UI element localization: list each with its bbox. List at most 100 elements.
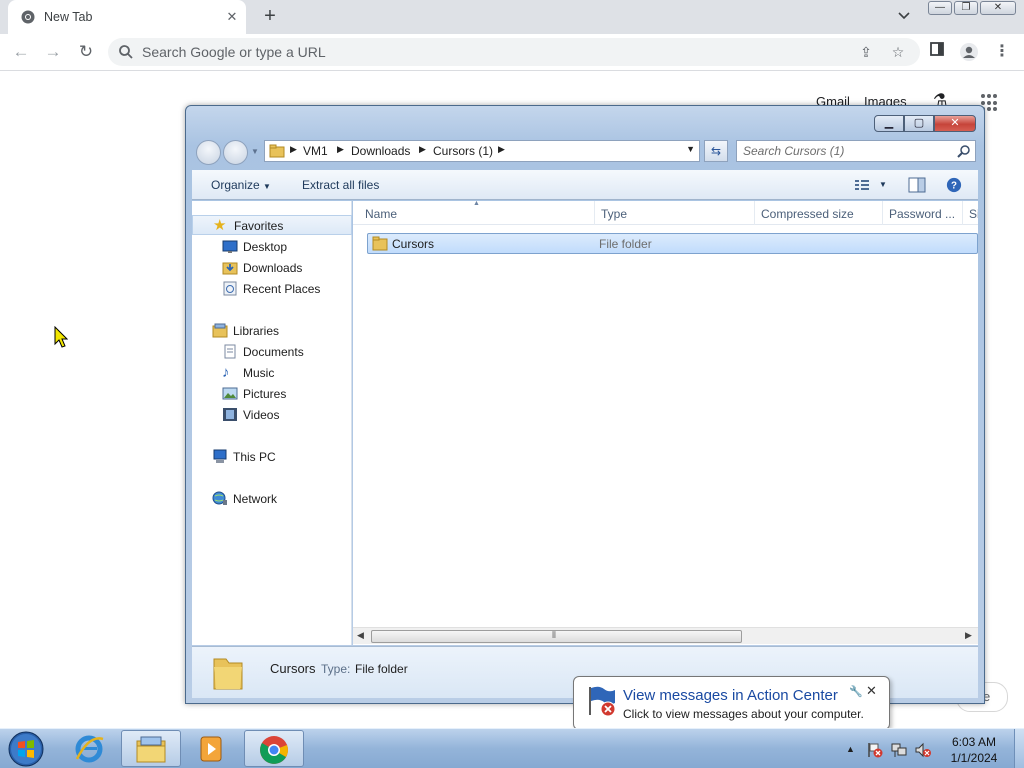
scrollbar-thumb[interactable]: ⦀	[371, 630, 742, 643]
taskbar-media-player[interactable]	[182, 730, 242, 767]
file-row[interactable]: Cursors File folder	[367, 233, 978, 254]
details-name: Cursors	[270, 661, 316, 676]
explorer-close-button[interactable]: ✕	[934, 115, 976, 132]
nav-libraries[interactable]: Libraries	[192, 321, 352, 341]
help-icon[interactable]: ?	[945, 177, 963, 193]
nav-recent-places-label: Recent Places	[243, 282, 321, 296]
bookmark-star-icon[interactable]: ☆	[890, 44, 906, 60]
new-tab-button[interactable]: +	[259, 6, 281, 28]
pictures-icon	[222, 387, 238, 400]
reload-icon[interactable]: ↻	[74, 41, 98, 65]
network-tray-icon[interactable]	[890, 741, 908, 759]
column-size[interactable]: Si	[963, 201, 978, 225]
action-center-tray-icon[interactable]	[866, 741, 884, 759]
show-hidden-icons-icon[interactable]: ▲	[846, 744, 855, 754]
column-password[interactable]: Password ...	[883, 201, 963, 225]
tab-new-tab[interactable]: New Tab ✕	[8, 0, 246, 34]
file-name: Cursors	[392, 237, 435, 251]
balloon-title[interactable]: View messages in Action Center	[623, 687, 838, 704]
nav-favorites[interactable]: ★ Favorites	[192, 215, 352, 235]
explorer-forward-icon[interactable]	[223, 140, 248, 165]
volume-muted-icon[interactable]	[914, 741, 932, 759]
chrome-minimize-button[interactable]: —	[928, 1, 952, 15]
extract-all-button[interactable]: Extract all files	[302, 178, 379, 192]
breadcrumb-separator-icon[interactable]: ▶	[290, 144, 297, 155]
balloon-text: Click to view messages about your comput…	[623, 707, 864, 721]
balloon-close-icon[interactable]: ✕	[866, 683, 877, 699]
omnibox[interactable]: ⇪ ☆	[108, 38, 920, 66]
back-arrow-icon[interactable]: ←	[9, 41, 33, 65]
chrome-menu-icon[interactable]: ⋮	[992, 42, 1012, 62]
media-player-icon	[200, 736, 222, 762]
nav-desktop[interactable]: Desktop	[192, 237, 352, 257]
explorer-search-box[interactable]	[736, 140, 976, 162]
file-type: File folder	[599, 237, 652, 251]
magnifier-icon[interactable]	[957, 144, 971, 158]
address-dropdown-icon[interactable]: ▼	[686, 144, 695, 154]
videos-film-icon	[223, 408, 237, 421]
chrome-close-button[interactable]: ✕	[980, 1, 1016, 15]
taskbar-clock[interactable]: 6:03 AM 1/1/2024	[938, 734, 1010, 766]
breadcrumb-separator-icon[interactable]: ▶	[337, 144, 344, 155]
explorer-back-icon[interactable]	[196, 140, 221, 165]
nav-pictures[interactable]: Pictures	[192, 384, 352, 404]
taskbar-internet-explorer[interactable]	[60, 730, 120, 767]
nav-this-pc[interactable]: This PC	[192, 447, 352, 467]
breadcrumb-cursors[interactable]: Cursors (1)	[433, 144, 493, 158]
recent-places-icon	[223, 281, 237, 296]
start-button-icon[interactable]	[6, 730, 46, 768]
side-panel-icon[interactable]	[927, 42, 947, 62]
explorer-refresh-icon[interactable]: ⇆	[704, 140, 728, 162]
tab-close-icon[interactable]: ✕	[224, 9, 240, 25]
breadcrumb-separator-icon[interactable]: ▶	[498, 144, 505, 155]
explorer-search-input[interactable]	[743, 144, 943, 158]
explorer-address-bar[interactable]: ▶ VM1 ▶ Downloads ▶ Cursors (1) ▶ ▼	[264, 140, 700, 162]
forward-arrow-icon[interactable]: →	[41, 41, 65, 65]
view-dropdown-icon[interactable]: ▼	[879, 180, 887, 189]
omnibox-input[interactable]	[142, 43, 822, 61]
explorer-minimize-button[interactable]: ▁	[874, 115, 904, 132]
horizontal-scrollbar[interactable]: ◀ ⦀ ▶	[353, 627, 978, 644]
nav-this-pc-label: This PC	[233, 450, 276, 464]
nav-network-label: Network	[233, 492, 278, 506]
balloon-options-icon[interactable]: 🔧	[849, 685, 863, 698]
nav-videos[interactable]: Videos	[192, 405, 352, 425]
explorer-caption-buttons: ▁ ▢ ✕	[874, 115, 976, 133]
libraries-icon	[212, 323, 228, 338]
explorer-maximize-button[interactable]: ▢	[904, 115, 934, 132]
nav-music-label: Music	[243, 366, 275, 380]
scroll-right-icon[interactable]: ▶	[965, 630, 972, 641]
explorer-window: ▁ ▢ ✕ ▼ ▶ VM1 ▶ Downloads ▶ Cursors (1) …	[185, 105, 985, 704]
view-options-icon[interactable]	[854, 177, 872, 193]
organize-dropdown-icon: ▼	[263, 182, 271, 191]
network-globe-icon	[212, 491, 227, 505]
documents-icon	[224, 344, 236, 359]
action-center-flag-icon	[589, 686, 616, 717]
breadcrumb-vm1[interactable]: VM1	[303, 144, 328, 158]
scroll-left-icon[interactable]: ◀	[357, 630, 364, 641]
nav-recent-places[interactable]: Recent Places	[192, 279, 352, 299]
star-icon: ★	[213, 217, 227, 234]
nav-desktop-label: Desktop	[243, 240, 288, 254]
nav-documents[interactable]: Documents	[192, 342, 352, 362]
taskbar-google-chrome[interactable]	[244, 730, 304, 767]
preview-pane-icon[interactable]	[908, 177, 926, 193]
share-icon[interactable]: ⇪	[858, 44, 874, 60]
organize-label: Organize	[211, 178, 260, 192]
organize-button[interactable]: Organize ▼	[211, 178, 271, 192]
column-compressed-size[interactable]: Compressed size	[755, 201, 883, 225]
profile-avatar-icon[interactable]	[959, 42, 979, 62]
recent-pages-chevron-icon[interactable]: ▼	[251, 147, 259, 156]
column-type[interactable]: Type	[595, 201, 755, 225]
taskbar-file-explorer[interactable]	[121, 730, 181, 767]
nav-network[interactable]: Network	[192, 489, 352, 509]
nav-music[interactable]: ♪ Music	[192, 363, 352, 383]
clock-time: 6:03 AM	[951, 735, 997, 749]
show-desktop-button[interactable]	[1014, 729, 1024, 768]
chrome-restore-button[interactable]: ❐	[954, 1, 978, 15]
tab-search-chevron-icon[interactable]	[895, 9, 913, 27]
breadcrumb-separator-icon[interactable]: ▶	[419, 144, 426, 155]
action-center-balloon[interactable]: View messages in Action Center Click to …	[573, 676, 890, 743]
nav-downloads[interactable]: Downloads	[192, 258, 352, 278]
breadcrumb-downloads[interactable]: Downloads	[351, 144, 410, 158]
